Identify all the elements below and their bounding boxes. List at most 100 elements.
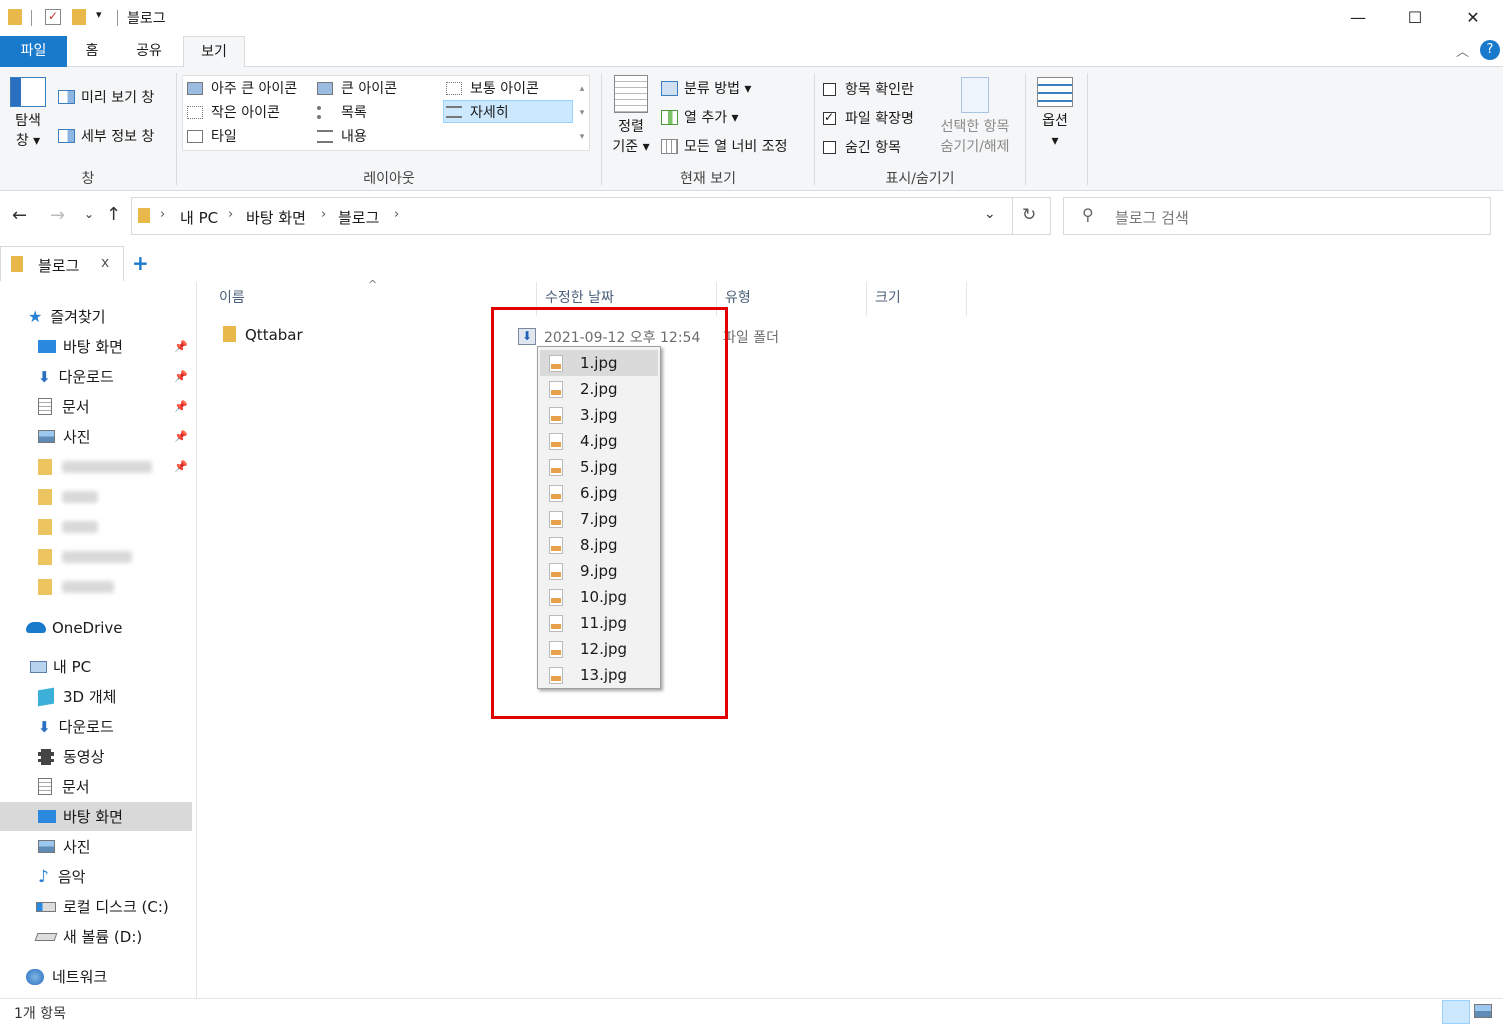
file-extensions-toggle[interactable]: 파일 확장명 [823, 108, 914, 128]
column-header-type[interactable]: 유형 [717, 282, 867, 316]
checkbox[interactable] [823, 82, 836, 96]
address-bar[interactable]: › 내 PC › 바탕 화면 › 블로그 › ⌄ ↻ [131, 197, 1051, 235]
checkbox-checked[interactable] [823, 110, 836, 125]
medium-icons-icon [446, 81, 462, 95]
hide-selected-button[interactable]: 선택한 항목 숨기기/해제 [932, 77, 1018, 157]
column-header-name[interactable]: 이름 [211, 282, 537, 316]
nav-onedrive[interactable]: OneDrive [0, 613, 192, 642]
nav-quick-downloads[interactable]: ⬇ 다운로드 📌 [0, 362, 192, 391]
nav-pane-button[interactable]: 탐색 창 ▾ [8, 77, 48, 157]
layout-tiles[interactable]: 타일 [187, 126, 237, 146]
pin-icon[interactable]: 📌 [174, 460, 188, 473]
preview-pane-button[interactable]: 미리 보기 창 [58, 87, 154, 107]
breadcrumb-chevron-icon[interactable]: › [394, 207, 399, 222]
pin-icon[interactable]: 📌 [174, 430, 188, 443]
layout-label: 내용 [341, 129, 367, 145]
breadcrumb-blog[interactable]: 블로그 [338, 207, 379, 228]
tab-file[interactable]: 파일 [0, 36, 67, 67]
nav-desktop[interactable]: 바탕 화면 [0, 802, 192, 831]
layout-small-icons[interactable]: 작은 아이콘 [187, 102, 280, 122]
breadcrumb-chevron-icon[interactable]: › [228, 207, 233, 222]
nav-videos[interactable]: 동영상 [0, 742, 192, 771]
tab-view[interactable]: 보기 [183, 36, 245, 68]
pin-icon[interactable]: 📌 [174, 400, 188, 413]
options-button[interactable]: 옵션 ▾ [1032, 77, 1078, 151]
nav-documents[interactable]: 문서 [0, 772, 192, 801]
tab-home[interactable]: 홈 [72, 36, 112, 67]
customize-qat-icon[interactable]: ▾ [96, 8, 102, 21]
window-title: 블로그 [127, 11, 166, 27]
layout-list[interactable]: 목록 [317, 102, 367, 122]
breadcrumb-chevron-icon[interactable]: › [321, 207, 326, 222]
properties-icon[interactable]: ✓ [45, 9, 61, 25]
hidden-items-toggle[interactable]: 숨긴 항목 [823, 137, 901, 157]
group-by-button[interactable]: 분류 방법 ▾ [661, 78, 751, 98]
qttabbar-tab[interactable]: 블로그 x [0, 246, 124, 281]
help-icon[interactable]: ? [1480, 40, 1500, 60]
recent-locations-icon[interactable]: ⌄ [84, 207, 94, 221]
blurred-label [62, 550, 132, 563]
status-bar: 1개 항목 [0, 998, 1503, 1025]
nav-volume-d[interactable]: 새 볼륨 (D:) [0, 922, 192, 951]
minimize-button[interactable]: — [1329, 0, 1387, 34]
add-columns-button[interactable]: 열 추가 ▾ [661, 107, 739, 127]
address-dropdown-icon[interactable]: ⌄ [984, 206, 996, 222]
item-checkboxes-toggle[interactable]: 항목 확인란 [823, 79, 914, 99]
blurred-label [62, 490, 98, 503]
new-tab-button[interactable]: + [132, 251, 149, 275]
folder-icon [138, 208, 150, 223]
nav-music[interactable]: ♪ 음악 [0, 862, 192, 891]
nav-quick-blurred-item[interactable] [0, 512, 192, 541]
nav-network[interactable]: 네트워크 [0, 962, 192, 991]
size-all-columns-button[interactable]: 모든 열 너비 조정 [661, 136, 788, 156]
preview-pane-label: 미리 보기 창 [81, 90, 155, 106]
nav-label: 바탕 화면 [63, 338, 123, 356]
nav-quick-blurred-item[interactable] [0, 482, 192, 511]
details-view-icon[interactable] [1442, 1000, 1470, 1024]
sort-by-button[interactable]: 정렬 기준 ▾ [608, 75, 654, 157]
nav-quick-blurred-item[interactable]: 📌 [0, 452, 192, 481]
breadcrumb-chevron-icon[interactable]: › [160, 207, 165, 222]
folder-icon [11, 256, 23, 272]
pin-icon[interactable]: 📌 [174, 370, 188, 383]
search-box[interactable]: ⚲ 블로그 검색 [1063, 197, 1491, 235]
hide-selected-label: 선택한 항목 숨기기/해제 [940, 119, 1010, 155]
nav-3d-objects[interactable]: 3D 개체 [0, 682, 192, 711]
divider [117, 10, 118, 26]
collapse-ribbon-icon[interactable]: ︿ [1456, 41, 1469, 60]
large-icons-view-icon[interactable] [1474, 1004, 1492, 1018]
refresh-icon[interactable]: ↻ [1022, 205, 1036, 225]
layout-medium-icons[interactable]: 보통 아이콘 [446, 78, 539, 98]
up-arrow-icon[interactable]: ↑ [106, 204, 121, 225]
nav-quick-blurred-item[interactable] [0, 572, 192, 601]
breadcrumb-desktop[interactable]: 바탕 화면 [246, 207, 306, 228]
details-pane-button[interactable]: 세부 정보 창 [58, 126, 154, 146]
nav-quick-desktop[interactable]: 바탕 화면 📌 [0, 332, 192, 361]
nav-pictures[interactable]: 사진 [0, 832, 192, 861]
layout-details[interactable]: 자세히 [443, 100, 573, 123]
new-folder-icon[interactable] [72, 9, 86, 25]
tab-close-button[interactable]: x [101, 255, 109, 271]
layout-content[interactable]: 내용 [317, 126, 367, 146]
download-icon: ⬇ [38, 717, 51, 736]
tab-share[interactable]: 공유 [125, 36, 173, 67]
maximize-button[interactable]: ☐ [1386, 0, 1444, 34]
checkbox[interactable] [823, 140, 836, 154]
nav-quick-blurred-item[interactable] [0, 542, 192, 571]
nav-quick-documents[interactable]: 문서 📌 [0, 392, 192, 421]
nav-quick-access[interactable]: ★ 즐겨찾기 [0, 302, 192, 331]
close-button[interactable]: ✕ [1444, 0, 1502, 34]
nav-this-pc[interactable]: 내 PC [0, 652, 192, 681]
layout-large-icons[interactable]: 큰 아이콘 [317, 78, 397, 98]
pin-icon[interactable]: 📌 [174, 340, 188, 353]
nav-label: OneDrive [52, 618, 123, 637]
nav-downloads[interactable]: ⬇ 다운로드 [0, 712, 192, 741]
layout-extra-large-icons[interactable]: 아주 큰 아이콘 [187, 78, 297, 98]
nav-quick-pictures[interactable]: 사진 📌 [0, 422, 192, 451]
back-arrow-icon[interactable]: ← [12, 205, 27, 226]
layout-scroll[interactable]: ▴ ▾ ▾ [576, 77, 588, 149]
column-header-size[interactable]: 크기 [867, 282, 967, 316]
forward-arrow-icon[interactable]: → [50, 205, 65, 226]
nav-local-disk-c[interactable]: 로컬 디스크 (C:) [0, 892, 192, 921]
breadcrumb-this-pc[interactable]: 내 PC [180, 207, 218, 228]
